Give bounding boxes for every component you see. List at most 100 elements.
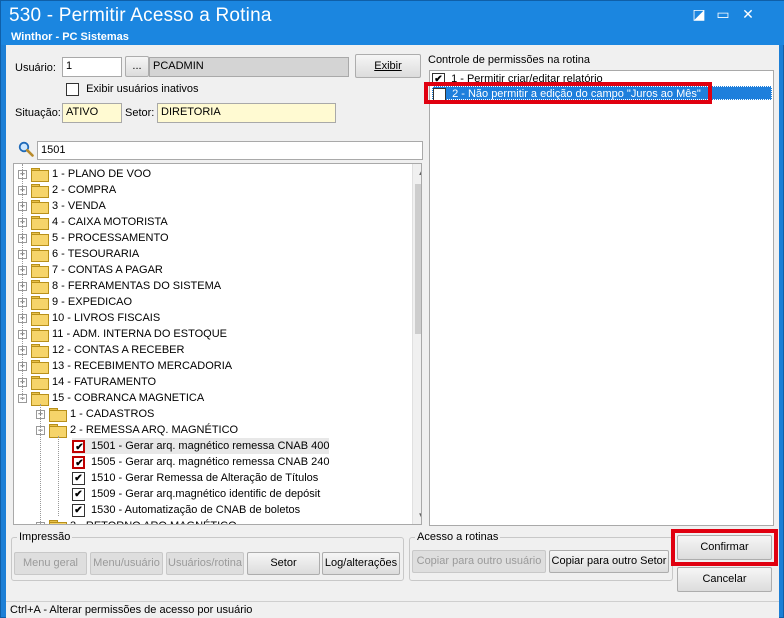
setor-label: Setor: bbox=[125, 107, 155, 119]
tree-node-label: 1 - CADASTROS bbox=[70, 408, 155, 420]
menu-geral-button[interactable]: Menu geral bbox=[14, 552, 87, 575]
tree-node[interactable]: −15 - COBRANCA MAGNETICA bbox=[18, 390, 205, 407]
tree-routine-label: 1509 - Gerar arq.magnético identific de … bbox=[91, 488, 321, 500]
tree-routine[interactable]: 1509 - Gerar arq.magnético identific de … bbox=[72, 486, 320, 502]
tree-subnode[interactable]: +3 - RETORNO ARQ.MAGNÉTICO bbox=[36, 518, 237, 524]
tree-routine[interactable]: 1505 - Gerar arq. magnético remessa CNAB… bbox=[72, 454, 329, 470]
scroll-thumb[interactable] bbox=[415, 184, 421, 334]
tree-node[interactable]: +1 - PLANO DE VOO bbox=[18, 166, 151, 183]
folder-icon bbox=[31, 264, 49, 279]
inativos-checkbox[interactable] bbox=[66, 83, 79, 96]
routine-checkbox[interactable] bbox=[72, 455, 85, 469]
close-icon[interactable]: ✕ bbox=[738, 6, 758, 22]
highlight-box bbox=[424, 82, 712, 104]
tree-node-label: 8 - FERRAMENTAS DO SISTEMA bbox=[52, 280, 222, 292]
tree-node-label: 9 - EXPEDICAO bbox=[52, 296, 133, 308]
tree-node[interactable]: +11 - ADM. INTERNA DO ESTOQUE bbox=[18, 326, 228, 343]
usuario-field[interactable]: 1 bbox=[62, 57, 122, 77]
window-title: 530 - Permitir Acesso a Rotina bbox=[9, 5, 272, 26]
tree-routine[interactable]: 1530 - Automatização de CNAB de boletos bbox=[72, 502, 300, 518]
exibir-button[interactable]: Exibir bbox=[355, 54, 421, 78]
log-button[interactable]: Log/alterações bbox=[322, 552, 400, 575]
scroll-up-icon[interactable]: ▲ bbox=[413, 164, 421, 181]
tree-node-label: 4 - CAIXA MOTORISTA bbox=[52, 216, 168, 228]
window: 530 - Permitir Acesso a Rotina Winthor -… bbox=[0, 0, 784, 618]
tree-subnode[interactable]: +1 - CADASTROS bbox=[36, 406, 155, 423]
lookup-button[interactable]: ... bbox=[125, 56, 149, 77]
routine-checkbox[interactable] bbox=[72, 439, 85, 453]
tree-routine-label: 1501 - Gerar arq. magnético remessa CNAB… bbox=[91, 440, 330, 452]
tree-routine-label: 1530 - Automatização de CNAB de boletos bbox=[91, 504, 301, 516]
restore-icon[interactable]: ◪ bbox=[689, 6, 709, 22]
copiar-usuario-button[interactable]: Copiar para outro usuário bbox=[412, 550, 546, 573]
tree-routine[interactable]: 1501 - Gerar arq. magnético remessa CNAB… bbox=[72, 438, 330, 454]
tree-node[interactable]: +5 - PROCESSAMENTO bbox=[18, 230, 169, 247]
tree-node-label: 12 - CONTAS A RECEBER bbox=[52, 344, 185, 356]
tree-node[interactable]: +6 - TESOURARIA bbox=[18, 246, 140, 263]
tree-node-label: 2 - COMPRA bbox=[52, 184, 117, 196]
highlight-box bbox=[671, 529, 778, 566]
usuario-name-field: PCADMIN bbox=[149, 57, 349, 77]
tree-node[interactable]: +12 - CONTAS A RECEBER bbox=[18, 342, 185, 359]
impressao-title: Impressão bbox=[17, 531, 73, 543]
tree-node[interactable]: +2 - COMPRA bbox=[18, 182, 117, 199]
cancelar-button[interactable]: Cancelar bbox=[677, 567, 772, 592]
window-subtitle: Winthor - PC Sistemas bbox=[11, 31, 129, 43]
status-bar: Ctrl+A - Alterar permissões de acesso po… bbox=[6, 601, 779, 618]
tree-node-label: 3 - VENDA bbox=[52, 200, 106, 212]
folder-icon bbox=[31, 248, 49, 263]
minimize-icon[interactable]: ▭ bbox=[713, 6, 733, 22]
folder-icon bbox=[31, 296, 49, 311]
routine-checkbox[interactable] bbox=[72, 471, 85, 485]
tree-node-label: 14 - FATURAMENTO bbox=[52, 376, 157, 388]
inativos-row[interactable]: Exibir usuários inativos bbox=[66, 83, 199, 96]
tree-node[interactable]: +14 - FATURAMENTO bbox=[18, 374, 157, 391]
folder-icon bbox=[31, 312, 49, 327]
permissions-title: Controle de permissões na rotina bbox=[428, 54, 591, 66]
inativos-label: Exibir usuários inativos bbox=[86, 83, 199, 96]
tree-scrollbar[interactable]: ▲ ▼ bbox=[412, 164, 421, 524]
folder-icon bbox=[31, 232, 49, 247]
tree-node[interactable]: +13 - RECEBIMENTO MERCADORIA bbox=[18, 358, 233, 375]
tree-routine-label: 1505 - Gerar arq. magnético remessa CNAB… bbox=[91, 456, 330, 468]
folder-icon bbox=[31, 200, 49, 215]
folder-icon bbox=[31, 376, 49, 391]
situacao-field[interactable]: ATIVO bbox=[62, 103, 122, 123]
copiar-setor-button[interactable]: Copiar para outro Setor bbox=[549, 550, 669, 573]
tree-node-label: 2 - REMESSA ARQ. MAGNÉTICO bbox=[70, 424, 239, 436]
routine-checkbox[interactable] bbox=[72, 487, 85, 501]
scroll-down-icon[interactable]: ▼ bbox=[413, 507, 421, 524]
folder-icon bbox=[31, 328, 49, 343]
tree-node-label: 13 - RECEBIMENTO MERCADORIA bbox=[52, 360, 233, 372]
setor-button[interactable]: Setor bbox=[247, 552, 320, 575]
main-panel: Usuário: 1 ... PCADMIN Exibir Exibir usu… bbox=[6, 45, 779, 601]
tree-subnode[interactable]: −2 - REMESSA ARQ. MAGNÉTICO bbox=[36, 422, 239, 439]
tree-node[interactable]: +8 - FERRAMENTAS DO SISTEMA bbox=[18, 278, 222, 295]
tree-node[interactable]: +9 - EXPEDICAO bbox=[18, 294, 133, 311]
title-bar[interactable]: 530 - Permitir Acesso a Rotina Winthor -… bbox=[1, 1, 784, 45]
setor-field[interactable]: DIRETORIA bbox=[157, 103, 336, 123]
search-icon bbox=[18, 141, 34, 157]
tree-node[interactable]: +7 - CONTAS A PAGAR bbox=[18, 262, 163, 279]
situacao-label: Situação: bbox=[15, 107, 61, 119]
tree-node[interactable]: +4 - CAIXA MOTORISTA bbox=[18, 214, 168, 231]
permissions-list[interactable]: 1 - Permitir criar/editar relatório 2 - … bbox=[429, 70, 774, 526]
tree-routine[interactable]: 1510 - Gerar Remessa de Alteração de Tít… bbox=[72, 470, 318, 486]
menu-usuario-button[interactable]: Menu/usuário bbox=[90, 552, 163, 575]
tree-guide bbox=[22, 164, 23, 400]
tree-node-label: 11 - ADM. INTERNA DO ESTOQUE bbox=[52, 328, 228, 340]
tree-node-label: 6 - TESOURARIA bbox=[52, 248, 140, 260]
folder-icon bbox=[31, 392, 49, 407]
tree-node-label: 5 - PROCESSAMENTO bbox=[52, 232, 169, 244]
tree-node[interactable]: +10 - LIVROS FISCAIS bbox=[18, 310, 160, 327]
usuarios-rotina-button[interactable]: Usuários/rotina bbox=[166, 552, 244, 575]
routine-tree[interactable]: +1 - PLANO DE VOO +2 - COMPRA +3 - VENDA… bbox=[13, 163, 422, 525]
folder-icon bbox=[31, 216, 49, 231]
tree-node-label: 15 - COBRANCA MAGNETICA bbox=[52, 392, 205, 404]
folder-icon bbox=[49, 520, 67, 524]
folder-icon bbox=[31, 360, 49, 375]
routine-checkbox[interactable] bbox=[72, 503, 85, 517]
search-input[interactable]: 1501 bbox=[37, 141, 423, 160]
folder-icon bbox=[49, 424, 67, 439]
tree-node[interactable]: +3 - VENDA bbox=[18, 198, 106, 215]
